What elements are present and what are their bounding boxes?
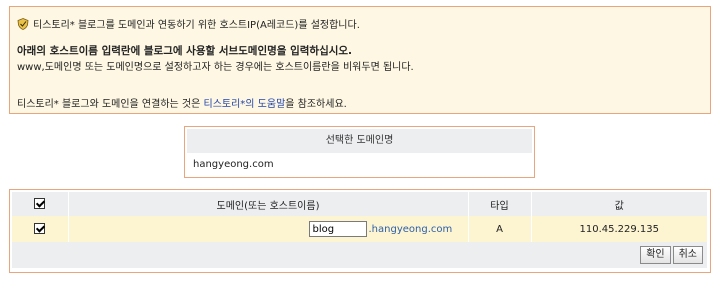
column-domain: 도메인(또는 호스트이름)	[68, 192, 469, 216]
row-checkbox[interactable]	[34, 223, 46, 235]
help-link[interactable]: 티스토리*의 도움말	[204, 99, 286, 110]
info-instruction: 아래의 호스트이름 입력란에 블로그에 사용할 서브도메인명을 입력하십시오.	[17, 45, 353, 57]
cancel-button[interactable]: 취소	[672, 246, 703, 264]
help-suffix: 을 참조하세요.	[285, 99, 347, 110]
info-help-line: 티스토리* 블로그와 도메인을 연결하는 것은 티스토리*의 도움말을 참조하세…	[17, 95, 347, 110]
select-all-cell	[12, 192, 69, 216]
row-type: A	[468, 216, 532, 242]
column-value: 값	[531, 192, 708, 216]
info-panel: 티스토리* 블로그를 도메인과 연동하기 위한 호스트IP(A레코드)를 설정합…	[9, 6, 711, 114]
row-domain-cell: .hangyeong.com	[68, 216, 469, 242]
select-all-checkbox[interactable]	[34, 198, 46, 210]
info-line-1: 티스토리* 블로그를 도메인과 연동하기 위한 호스트IP(A레코드)를 설정합…	[17, 16, 360, 31]
button-row: 확인 취소	[12, 242, 708, 268]
confirm-button[interactable]: 확인	[640, 246, 671, 264]
host-name-input[interactable]	[308, 221, 367, 237]
help-prefix: 티스토리* 블로그와 도메인을 연결하는 것은	[17, 99, 204, 110]
info-note: www,도메인명 또는 도메인명으로 설정하고자 하는 경우에는 호스트이름란을…	[17, 62, 414, 73]
row-ip-value: 110.45.229.135	[531, 216, 708, 242]
domain-suffix: .hangyeong.com	[368, 224, 453, 235]
row-checkbox-cell	[12, 216, 69, 242]
shield-icon	[17, 17, 29, 30]
host-record-table: 도메인(또는 호스트이름) 타입 값 .hangyeong.com A 110.…	[12, 192, 708, 268]
selected-domain-value: hangyeong.com	[193, 159, 274, 170]
selected-domain-header: 선택한 도메인명	[187, 129, 532, 153]
info-text-1: 티스토리* 블로그를 도메인과 연동하기 위한 호스트IP(A레코드)를 설정합…	[33, 20, 360, 31]
button-cell: 확인 취소	[12, 242, 708, 268]
table-row: .hangyeong.com A 110.45.229.135	[12, 216, 708, 242]
host-record-panel: 도메인(또는 호스트이름) 타입 값 .hangyeong.com A 110.…	[9, 189, 711, 273]
column-type: 타입	[468, 192, 532, 216]
table-header-row: 도메인(또는 호스트이름) 타입 값	[12, 192, 708, 216]
selected-domain-panel: 선택한 도메인명 hangyeong.com	[184, 126, 535, 178]
